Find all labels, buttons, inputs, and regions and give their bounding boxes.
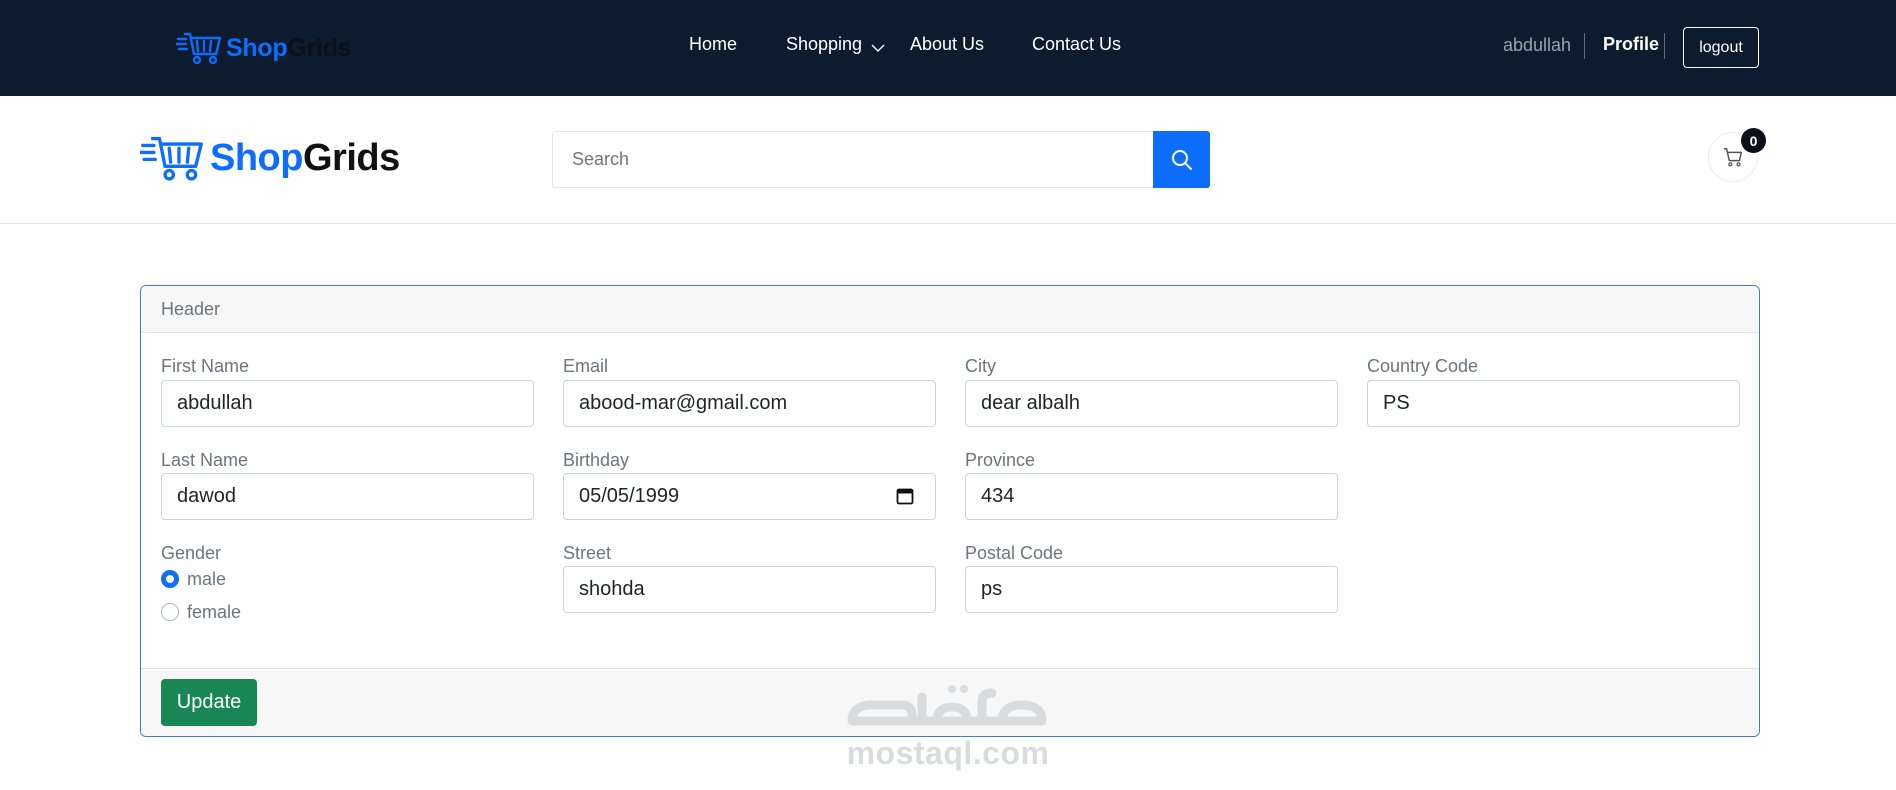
top-navbar: ShopGrids Home Shopping About Us Contact… [0,0,1896,96]
divider [1664,33,1665,59]
chevron-down-icon[interactable] [870,40,886,56]
gender-female-radio[interactable] [161,603,179,621]
city-label: City [965,356,996,376]
first-name-label: First Name [161,356,250,376]
cart-icon [1723,148,1742,167]
nav-shopping[interactable]: Shopping [786,34,862,55]
email-label: Email [563,356,609,376]
brand-name: ShopGrids [226,33,352,62]
calendar-icon[interactable] [896,487,914,505]
nav-about-us[interactable]: About Us [910,34,984,55]
header-bar: ShopGrids 0 [0,96,1896,224]
gender-label: Gender [161,543,222,563]
brand-logo-large[interactable]: ShopGrids [140,132,400,184]
country-code-field[interactable] [1367,380,1740,427]
card-header: Header [141,286,1759,333]
postal-code-field[interactable] [965,566,1338,613]
cart-count-badge: 0 [1741,128,1766,153]
country-code-label: Country Code [1367,356,1479,376]
city-field[interactable] [965,380,1338,427]
postal-code-label: Postal Code [965,543,1064,563]
watermark-text: mostaql.com [846,735,1050,771]
profile-form-card: Header First Name Last Name Gender male … [140,285,1760,737]
brand-logo[interactable]: ShopGrids [176,28,351,68]
logout-button[interactable]: logout [1683,27,1759,68]
last-name-label: Last Name [161,450,249,470]
street-field[interactable] [563,566,936,613]
profile-link[interactable]: Profile [1603,34,1659,55]
nav-home[interactable]: Home [689,34,737,55]
last-name-field[interactable] [161,473,534,520]
card-footer: Update [141,668,1759,736]
username-label: abdullah [1503,35,1572,55]
divider [1584,33,1585,59]
brand-name: ShopGrids [210,136,400,179]
search-button[interactable] [1153,131,1210,188]
update-button[interactable]: Update [161,679,257,726]
email-field[interactable] [563,380,936,427]
search-icon [1171,149,1192,170]
gender-male-label: male [187,569,227,589]
street-label: Street [563,543,612,563]
nav-contact-us[interactable]: Contact Us [1032,34,1121,55]
gender-male-radio[interactable] [161,570,179,588]
birthday-label: Birthday [563,450,630,470]
province-field[interactable] [965,473,1338,520]
search-input[interactable] [552,131,1154,188]
province-label: Province [965,450,1036,470]
first-name-field[interactable] [161,380,534,427]
cart-logo-icon [140,136,203,181]
gender-female-label: female [187,602,242,622]
cart-logo-icon [176,32,222,65]
birthday-field[interactable] [563,473,936,520]
